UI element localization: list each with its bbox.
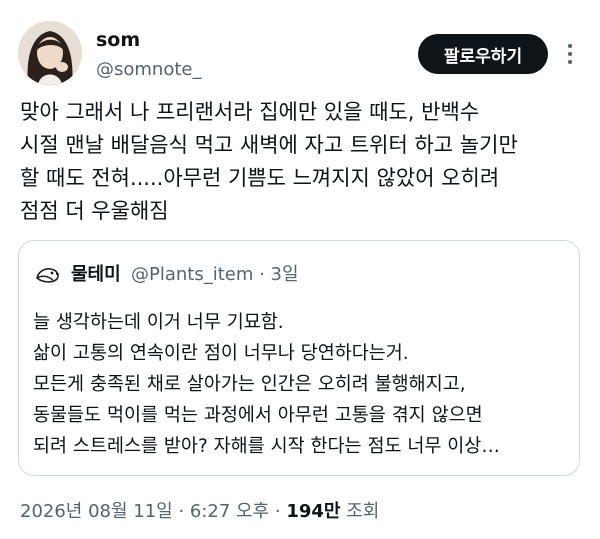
quoted-tweet-line: 동물들도 먹이를 먹는 과정에서 아무런 고통을 겪지 않으면 [33, 405, 483, 426]
quoted-author-avatar[interactable] [33, 261, 61, 289]
more-dot [568, 52, 572, 56]
author-display-name[interactable]: som [96, 28, 140, 52]
more-dot [568, 60, 572, 64]
bird-avatar-icon [33, 261, 61, 289]
quoted-author-display-name[interactable]: 물테미 [71, 263, 121, 287]
quoted-tweet-line: 되려 스트레스를 받아? 자해를 시작 한다는 점도 너무 이상… [33, 436, 500, 457]
quoted-tweet-line: 모든게 충족된 채로 살아가는 인간은 오히려 불행해지고, [33, 374, 466, 395]
author-handle[interactable]: @somnote_ [96, 58, 201, 82]
tweet-line: 맞아 그래서 나 프리랜서라 집에만 있을 때도, 반백수 [20, 100, 480, 124]
more-icon[interactable] [560, 40, 580, 68]
quoted-tweet-line: 늘 생각하는데 이거 너무 기묘함. [33, 312, 284, 333]
tweet-meta: 2026년 08월 11일 · 6:27 오후 · 194만 조회 [20, 500, 379, 524]
more-dot [568, 44, 572, 48]
avatar-photo [18, 21, 82, 85]
follow-button[interactable]: 팔로우하기 [418, 34, 548, 74]
tweet-text: 맞아 그래서 나 프리랜서라 집에만 있을 때도, 반백수 시절 맨날 배달음식… [20, 96, 586, 228]
author-avatar[interactable] [18, 21, 82, 85]
quoted-tweet-card[interactable]: 물테미 @Plants_item · 3일 늘 생각하는데 이거 너무 기묘함.… [18, 240, 580, 476]
quoted-tweet-line: 삶이 고통의 연속이란 점이 너무나 당연하다는거. [33, 343, 409, 364]
tweet-page: som @somnote_ 팔로우하기 맞아 그래서 나 프리랜서라 집에만 있… [0, 0, 600, 539]
tweet-line: 점점 더 우울해짐 [20, 199, 169, 223]
tweet-datetime[interactable]: 2026년 08월 11일 · 6:27 오후 · [20, 501, 286, 522]
quoted-author-handle-time[interactable]: @Plants_item · 3일 [131, 263, 299, 287]
views-label: 조회 [340, 501, 380, 522]
tweet-line: 시절 맨날 배달음식 먹고 새벽에 자고 트위터 하고 놀기만 [20, 133, 518, 157]
quoted-tweet-text: 늘 생각하는데 이거 너무 기묘함. 삶이 고통의 연속이란 점이 너무나 당연… [33, 307, 573, 462]
views-count[interactable]: 194만 [286, 501, 340, 522]
tweet-line: 할 때도 전혀.....아무런 기쁨도 느껴지지 않았어 오히려 [20, 166, 500, 190]
